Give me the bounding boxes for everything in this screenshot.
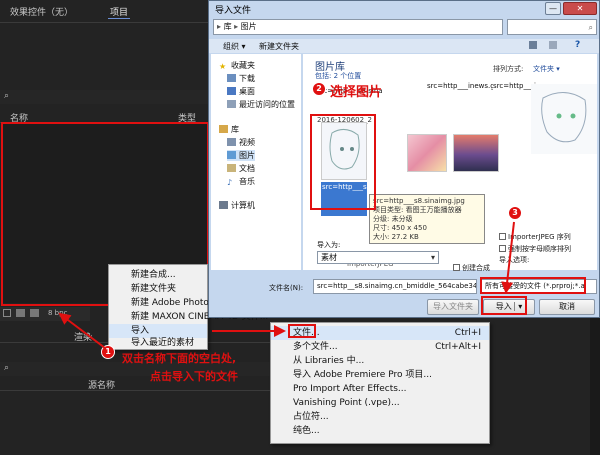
- import-options-label: 导入选项:: [499, 256, 530, 264]
- documents-icon: [227, 164, 236, 172]
- filename-input[interactable]: src=http__s8.sinaimg.cn_bmiddle_564cabe3…: [313, 279, 477, 294]
- step-2-badge: 2: [312, 82, 326, 96]
- step-2-text: 选择图片: [330, 85, 383, 100]
- menu-item-new-photoshop-file[interactable]: 新建 Adobe Photoshop 文件...: [109, 296, 260, 310]
- divider: [0, 390, 270, 391]
- nav-documents[interactable]: 文档: [227, 163, 255, 174]
- preview-image: [531, 84, 597, 154]
- menu-item-import-recent[interactable]: 导入最近的素材: [109, 338, 207, 349]
- import-as-label: 导入为:: [317, 241, 341, 249]
- submenu-item-multiple-files[interactable]: 多个文件... Ctrl+Alt+I: [271, 340, 489, 354]
- navigation-pane: ★ 收藏夹 下载 桌面 最近访问的位置 库 视频 图片 文档 ♪ 音乐 计算机: [211, 54, 301, 270]
- breadcrumb-library[interactable]: 库: [224, 22, 232, 31]
- sunset-image-thumbnail[interactable]: [453, 134, 499, 172]
- preview-pane-icon[interactable]: [549, 41, 557, 49]
- recent-places-icon: [227, 100, 236, 108]
- import-submenu: 文件... Ctrl+I 多个文件... Ctrl+Alt+I 从 Librarie…: [270, 322, 490, 444]
- submenu-item-placeholder[interactable]: 占位符...: [271, 410, 489, 424]
- nav-computer[interactable]: 计算机: [219, 200, 255, 211]
- music-icon: ♪: [227, 178, 233, 187]
- cancel-button[interactable]: 取消: [539, 299, 595, 315]
- scrollbar[interactable]: [590, 318, 600, 455]
- highlight-import-button: [481, 296, 527, 315]
- library-locations-link[interactable]: 包括: 2 个位置: [315, 71, 361, 81]
- dialog-toolbar: 组织 ▾ 新建文件夹 ?: [209, 39, 599, 53]
- nav-downloads[interactable]: 下载: [227, 73, 255, 84]
- create-composition-checkbox[interactable]: 创建合成: [453, 263, 490, 273]
- context-menu: 新建合成... 新建文件夹 新建 Adobe Photoshop 文件... 新…: [108, 264, 268, 350]
- breadcrumb-pictures[interactable]: 图片: [241, 22, 257, 31]
- sequence-checkbox[interactable]: ImporterJPEG 序列: [499, 232, 571, 242]
- star-icon: ★: [219, 62, 227, 71]
- submenu-item-vanishing-point[interactable]: Vanishing Point (.vpe)...: [271, 396, 489, 410]
- arrange-by-label: 排列方式:: [493, 65, 524, 73]
- import-as-dropdown[interactable]: 素材 ▾: [317, 251, 439, 264]
- library-icon: [219, 125, 228, 133]
- new-folder-button[interactable]: 新建文件夹: [259, 41, 299, 52]
- submenu-item-pro-import[interactable]: Pro Import After Effects...: [271, 382, 489, 396]
- nav-pictures[interactable]: 图片: [227, 150, 255, 161]
- search-pictures-input[interactable]: ⌕: [507, 19, 597, 35]
- new-folder-icon[interactable]: [16, 309, 25, 317]
- import-folder-button[interactable]: 导入文件夹: [427, 299, 479, 315]
- anime-image-thumbnail[interactable]: [407, 134, 447, 172]
- search-icon: ⌕: [588, 23, 593, 32]
- close-button[interactable]: ✕: [563, 2, 597, 15]
- submenu-item-from-libraries[interactable]: 从 Libraries 中...: [271, 354, 489, 368]
- step-1-badge: 1: [101, 345, 115, 359]
- downloads-icon: [227, 74, 236, 82]
- nav-videos[interactable]: 视频: [227, 137, 255, 148]
- file-label[interactable]: src=http___inews.gtimg.com_newsapp_bt_0_…: [427, 82, 493, 120]
- effects-controls-tab[interactable]: 效果控件（无）: [10, 5, 73, 18]
- force-alphabetical-checkbox[interactable]: 强制按字母顺序排列: [499, 244, 571, 254]
- project-tab-underline: [108, 18, 130, 19]
- project-tab[interactable]: 项目: [110, 5, 128, 18]
- step-3-badge: 3: [508, 206, 522, 220]
- step-1-text-line1: 双击名称下面的空白处,: [122, 352, 237, 365]
- menu-item-new-cinema4d-file[interactable]: 新建 MAXON CINEMA 4D 文件...: [109, 310, 268, 324]
- new-composition-icon[interactable]: [30, 309, 39, 317]
- minimize-button[interactable]: —: [545, 2, 561, 15]
- submenu-item-solid[interactable]: 纯色...: [271, 424, 489, 438]
- search-icon: ⌕: [4, 363, 10, 373]
- highlight-selected-image: [310, 114, 376, 210]
- nav-recent[interactable]: 最近访问的位置: [227, 99, 295, 110]
- nav-music[interactable]: ♪ 音乐: [227, 176, 255, 187]
- interpret-footage-icon[interactable]: [3, 309, 11, 317]
- dialog-title: 导入文件: [215, 6, 252, 16]
- video-icon: [227, 138, 236, 146]
- submenu-item-import-premiere[interactable]: 导入 Adobe Premiere Pro 项目...: [271, 368, 489, 382]
- nav-favorites[interactable]: ★ 收藏夹: [219, 60, 255, 71]
- desktop-icon: [227, 87, 236, 95]
- menu-item-new-composition[interactable]: 新建合成...: [109, 268, 207, 282]
- arrange-by-dropdown[interactable]: 文件夹 ▾: [533, 64, 560, 74]
- file-info-tooltip: src=http___s8.sinaimg.jpg 项目类型: 看图王万能播放器…: [369, 194, 485, 244]
- nav-library[interactable]: 库: [219, 124, 239, 135]
- computer-icon: [219, 201, 228, 209]
- menu-item-new-folder[interactable]: 新建文件夹: [109, 282, 207, 296]
- highlight-file-type: [480, 277, 586, 294]
- organize-button[interactable]: 组织 ▾: [223, 41, 246, 52]
- step-1-text-line2: 点击导入下的文件: [150, 370, 238, 383]
- project-footer-toolbar: 8 bpc: [0, 307, 90, 321]
- highlight-file-item: [288, 324, 316, 338]
- pictures-icon: [227, 151, 236, 159]
- filename-label: 文件名(N):: [269, 284, 304, 292]
- bit-depth-label[interactable]: 8 bpc: [48, 309, 67, 317]
- address-bar[interactable]: ▸ 库 ▸ 图片: [213, 19, 503, 35]
- search-icon: ⌕: [4, 91, 10, 101]
- menu-item-import[interactable]: 导入: [109, 324, 207, 338]
- nav-desktop[interactable]: 桌面: [227, 86, 255, 97]
- view-icon[interactable]: [529, 41, 537, 49]
- import-file-dialog: 导入文件 — ✕ ▸ 库 ▸ 图片 ⌕ 组织 ▾ 新建文件夹 ? ★ 收藏夹 下载…: [208, 0, 600, 318]
- help-icon[interactable]: ?: [575, 40, 580, 50]
- search-bar[interactable]: ⌕: [0, 90, 208, 104]
- divider: [0, 22, 208, 23]
